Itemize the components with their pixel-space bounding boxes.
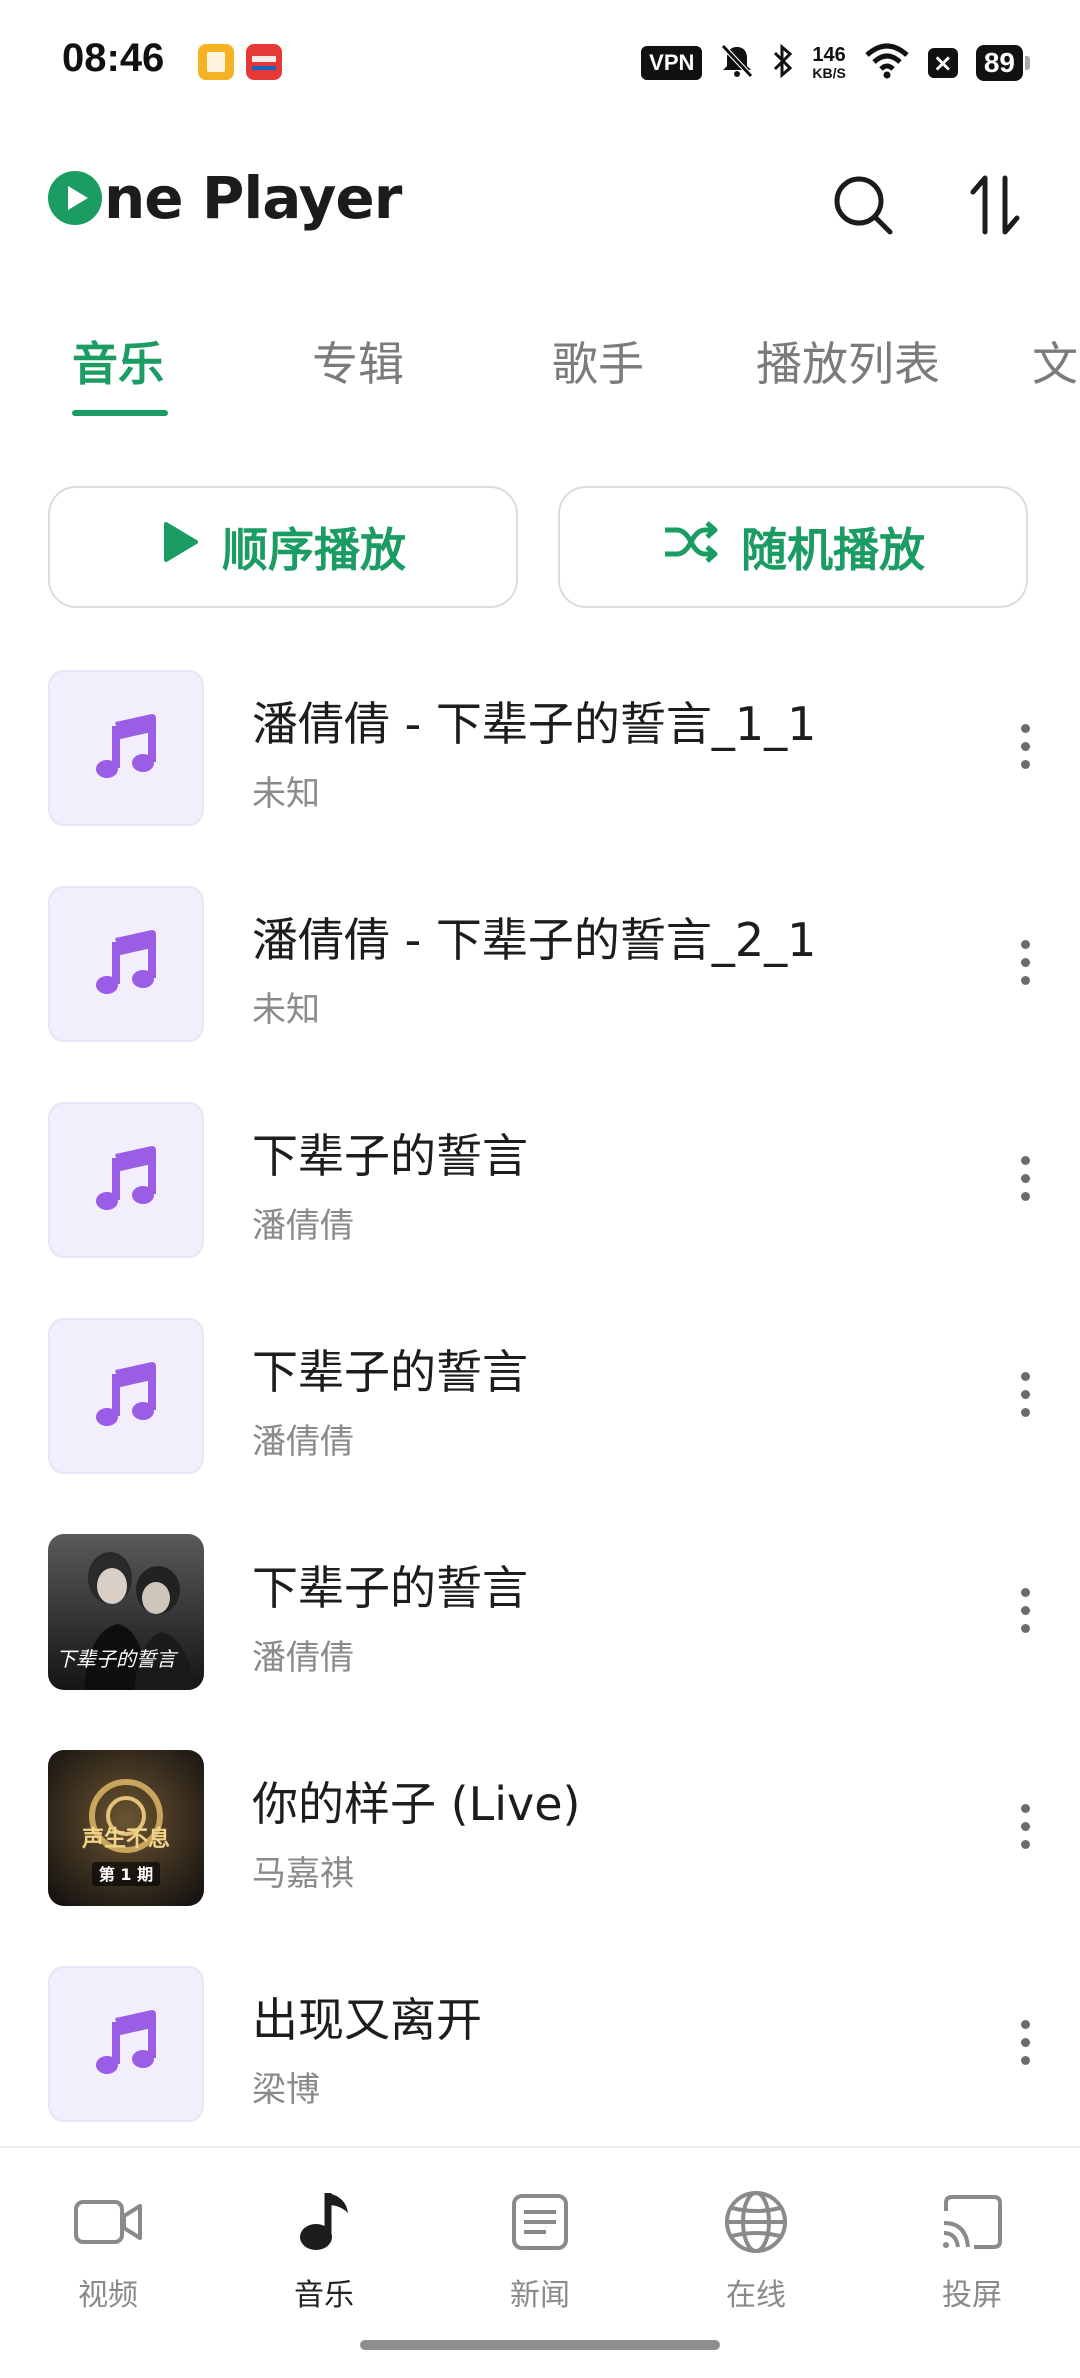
video-icon xyxy=(68,2184,148,2260)
vpn-badge: VPN xyxy=(641,46,703,80)
album-art-text: 声生不息 xyxy=(81,1826,170,1852)
more-options-icon[interactable] xyxy=(1010,1786,1040,1866)
battery-level: 89 xyxy=(975,45,1023,81)
nav-label: 视频 xyxy=(78,2278,138,2313)
nav-cast[interactable]: 投屏 xyxy=(864,2184,1080,2314)
nav-online[interactable]: 在线 xyxy=(648,2184,864,2314)
song-artist: 潘倩倩 xyxy=(252,1206,354,1246)
album-art: 下辈子的誓言 xyxy=(48,1534,204,1690)
music-icon xyxy=(284,2184,364,2260)
shuffle-play-button[interactable]: 随机播放 xyxy=(558,486,1028,608)
mute-bell-icon xyxy=(720,43,754,83)
logo-text: ne Player xyxy=(104,164,402,232)
close-badge-icon: × xyxy=(927,48,958,78)
song-artist: 未知 xyxy=(252,990,320,1030)
active-tab-indicator xyxy=(72,410,168,416)
more-options-icon[interactable] xyxy=(1010,1354,1040,1434)
play-icon xyxy=(160,520,200,575)
news-icon xyxy=(500,2184,580,2260)
more-options-icon[interactable] xyxy=(1010,2002,1040,2082)
battery-tip xyxy=(1025,56,1030,70)
tab-artists[interactable]: 歌手 xyxy=(552,328,644,394)
song-cover xyxy=(48,886,204,1042)
status-indicators: VPN 146 KB/S × 89 xyxy=(641,40,1030,86)
song-row[interactable]: 下辈子的誓言 潘倩倩 xyxy=(0,1310,1080,1526)
song-title: 你的样子 (Live) xyxy=(252,1777,581,1831)
song-artist: 潘倩倩 xyxy=(252,1422,354,1462)
song-row[interactable]: 下辈子的誓言 潘倩倩 xyxy=(0,1094,1080,1310)
shuffle-icon xyxy=(661,520,719,575)
album-art: 声生不息 第 1 期 xyxy=(48,1750,204,1906)
notification-app-icon xyxy=(246,44,282,80)
song-artist: 未知 xyxy=(252,774,320,814)
nav-music[interactable]: 音乐 xyxy=(216,2184,432,2314)
song-artist: 潘倩倩 xyxy=(252,1638,354,1678)
more-options-icon[interactable] xyxy=(1010,922,1040,1002)
song-title: 潘倩倩 - 下辈子的誓言_2_1 xyxy=(252,913,817,967)
battery-indicator: 89 xyxy=(975,45,1030,81)
cast-icon xyxy=(932,2184,1012,2260)
song-artist: 梁博 xyxy=(252,2070,320,2110)
song-row[interactable]: 潘倩倩 - 下辈子的誓言_1_1 未知 xyxy=(0,662,1080,878)
song-title: 下辈子的誓言 xyxy=(252,1561,528,1615)
network-speed: 146 KB/S xyxy=(812,45,845,81)
wifi-icon xyxy=(864,43,910,83)
sequential-play-button[interactable]: 顺序播放 xyxy=(48,486,518,608)
song-artist: 马嘉祺 xyxy=(252,1854,354,1894)
song-row[interactable]: 下辈子的誓言 下辈子的誓言 潘倩倩 xyxy=(0,1526,1080,1742)
song-title: 下辈子的誓言 xyxy=(252,1345,528,1399)
song-cover xyxy=(48,1318,204,1474)
more-options-icon[interactable] xyxy=(1010,1138,1040,1218)
song-title: 下辈子的誓言 xyxy=(252,1129,528,1183)
tab-folders[interactable]: 文 xyxy=(1032,328,1078,394)
more-options-icon[interactable] xyxy=(1010,706,1040,786)
more-options-icon[interactable] xyxy=(1010,1570,1040,1650)
logo-play-icon xyxy=(48,171,102,225)
album-art-subtext: 第 1 期 xyxy=(99,1865,153,1884)
tab-albums[interactable]: 专辑 xyxy=(312,328,404,394)
song-list: 潘倩倩 - 下辈子的誓言_1_1 未知 潘倩倩 - 下辈子的誓言_2_1 未知 … xyxy=(0,662,1080,2174)
song-cover xyxy=(48,1102,204,1258)
nav-label: 投屏 xyxy=(942,2278,1002,2313)
tab-playlists[interactable]: 播放列表 xyxy=(756,328,940,394)
song-title: 潘倩倩 - 下辈子的誓言_1_1 xyxy=(252,697,817,751)
song-row[interactable]: 声生不息 第 1 期 你的样子 (Live) 马嘉祺 xyxy=(0,1742,1080,1958)
speed-unit: KB/S xyxy=(812,65,846,81)
app-header: ne Player xyxy=(0,150,1080,250)
nav-news[interactable]: 新闻 xyxy=(432,2184,648,2314)
nav-label: 音乐 xyxy=(294,2278,354,2313)
bluetooth-icon xyxy=(772,43,794,83)
app-logo: ne Player xyxy=(48,164,402,232)
music-note-icon xyxy=(96,1146,156,1210)
song-row[interactable]: 出现又离开 梁博 xyxy=(0,1958,1080,2174)
home-indicator[interactable] xyxy=(360,2340,720,2350)
nav-label: 新闻 xyxy=(510,2278,570,2313)
nav-label: 在线 xyxy=(726,2278,786,2313)
music-note-icon xyxy=(96,2010,156,2074)
song-title: 出现又离开 xyxy=(252,1993,482,2047)
tab-music[interactable]: 音乐 xyxy=(72,328,164,394)
album-art-text: 下辈子的誓言 xyxy=(56,1647,179,1671)
speed-value: 146 xyxy=(812,44,846,66)
music-note-icon xyxy=(96,714,156,778)
music-note-icon xyxy=(96,1362,156,1426)
sequential-play-label: 顺序播放 xyxy=(222,523,406,577)
song-cover xyxy=(48,1966,204,2122)
notification-app-icon xyxy=(198,44,234,80)
sort-icon[interactable] xyxy=(960,170,1030,240)
status-bar: 08:46 VPN 146 KB/S × 89 xyxy=(0,0,1080,126)
search-icon[interactable] xyxy=(828,170,898,240)
song-row[interactable]: 潘倩倩 - 下辈子的誓言_2_1 未知 xyxy=(0,878,1080,1094)
category-tabs: 音乐 专辑 歌手 播放列表 文 xyxy=(0,310,1080,420)
song-cover xyxy=(48,670,204,826)
shuffle-play-label: 随机播放 xyxy=(741,523,925,577)
status-time: 08:46 xyxy=(62,36,165,80)
nav-video[interactable]: 视频 xyxy=(0,2184,216,2314)
globe-icon xyxy=(716,2184,796,2260)
music-note-icon xyxy=(96,930,156,994)
